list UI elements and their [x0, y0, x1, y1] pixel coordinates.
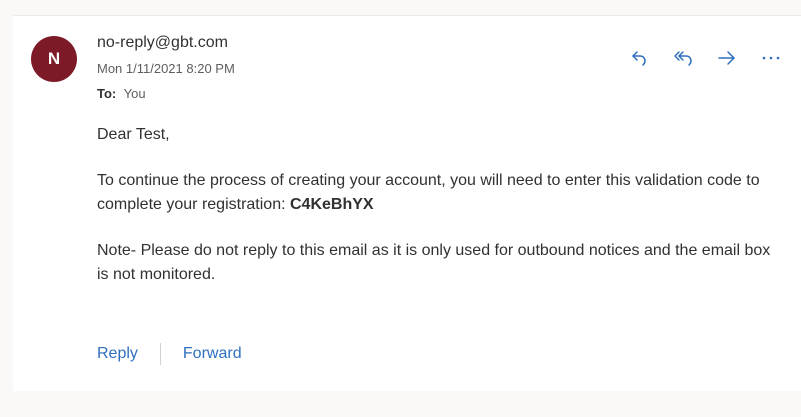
quick-actions: Reply Forward	[97, 343, 242, 365]
email-reading-pane: N no-reply@gbt.com Mon 1/11/2021 8:20 PM…	[0, 0, 801, 417]
forward-button[interactable]	[709, 44, 745, 72]
avatar-initial: N	[47, 49, 61, 68]
more-options-icon	[762, 56, 780, 60]
email-message-card: N no-reply@gbt.com Mon 1/11/2021 8:20 PM…	[13, 15, 801, 391]
more-options-button[interactable]	[753, 44, 789, 72]
sent-datetime: Mon 1/11/2021 8:20 PM	[97, 61, 235, 76]
forward-link[interactable]: Forward	[183, 345, 242, 363]
recipient-name[interactable]: You	[124, 86, 146, 101]
email-body: Dear Test, To continue the process of cr…	[97, 123, 777, 287]
email-paragraph-instructions: To continue the process of creating your…	[97, 169, 777, 217]
email-paragraph-note: Note- Please do not reply to this email …	[97, 242, 771, 283]
sender-address[interactable]: no-reply@gbt.com	[97, 34, 228, 52]
sender-avatar[interactable]: N	[31, 36, 77, 82]
validation-code: C4KeBhYX	[289, 196, 374, 213]
email-greeting: Dear Test,	[97, 126, 170, 143]
reply-link[interactable]: Reply	[97, 345, 138, 363]
forward-icon	[718, 51, 735, 65]
to-label: To:	[97, 86, 117, 101]
reply-all-icon	[674, 51, 692, 66]
message-actions-toolbar	[613, 44, 789, 72]
reply-all-button[interactable]	[665, 44, 701, 72]
reply-button[interactable]	[621, 44, 657, 72]
instructions-text: To continue the process of creating your…	[97, 172, 760, 213]
quick-actions-divider	[159, 343, 161, 365]
recipient-line: To: You	[97, 86, 146, 101]
reply-icon	[632, 51, 646, 66]
